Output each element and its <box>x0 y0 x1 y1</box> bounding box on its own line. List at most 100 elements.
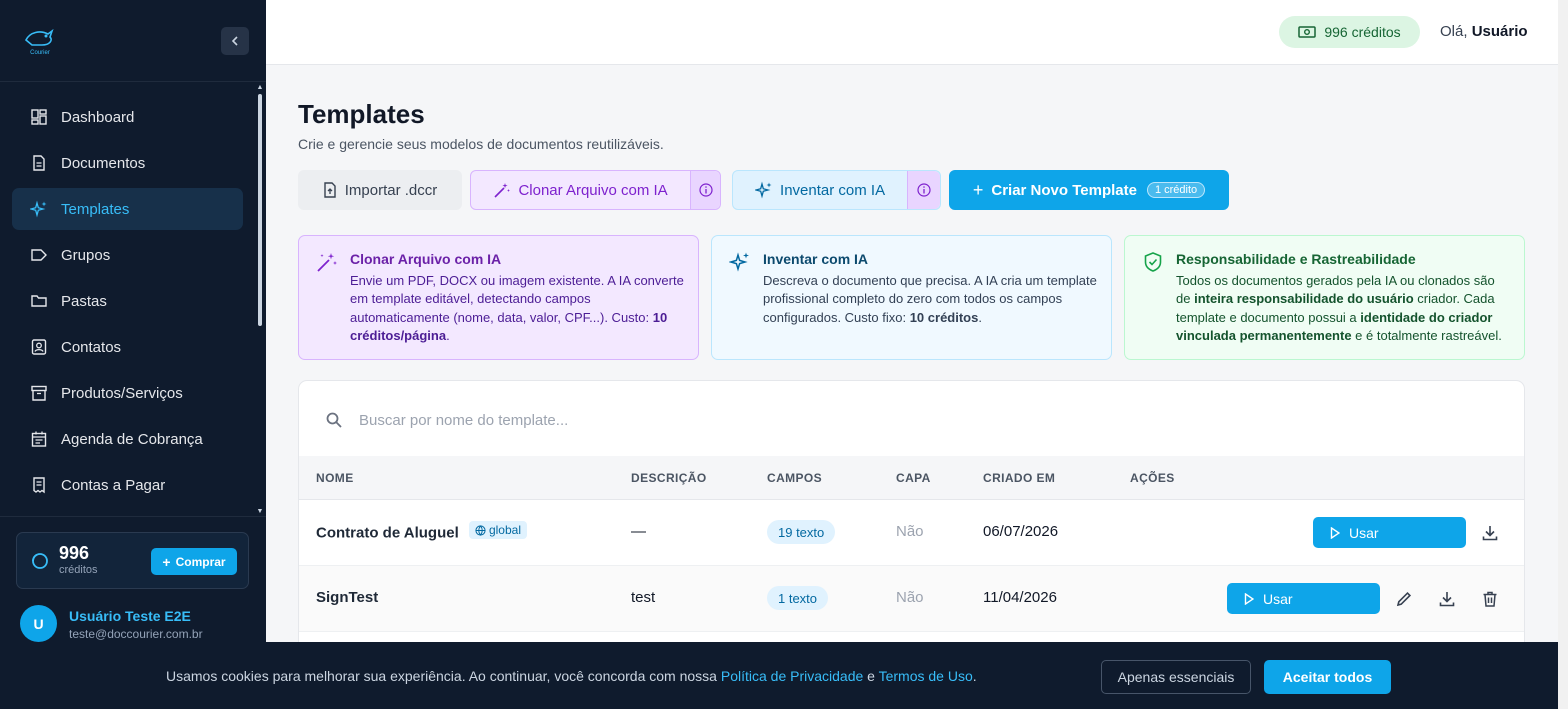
privacy-policy-link[interactable]: Política de Privacidade <box>721 668 863 684</box>
column-header-capa[interactable]: CAPA <box>896 471 931 485</box>
sidebar-item-produtos[interactable]: Produtos/Serviços <box>12 372 243 414</box>
card-title: Inventar com IA <box>763 251 869 267</box>
sidebar-item-label: Documentos <box>61 154 146 172</box>
sidebar-item-contatos[interactable]: Contatos <box>12 326 243 368</box>
user-name: Usuário Teste E2E <box>69 608 191 624</box>
sidebar-item-agenda[interactable]: Agenda de Cobrança <box>12 418 243 460</box>
avatar: U <box>20 605 57 642</box>
card-text-body: Envie um PDF, DOCX ou imagem existente. … <box>350 272 684 325</box>
sidebar-item-pastas[interactable]: Pastas <box>12 280 243 322</box>
essential-cookies-button[interactable]: Apenas essenciais <box>1101 660 1251 694</box>
card-text: Envie um PDF, DOCX ou imagem existente. … <box>350 272 684 346</box>
edit-pencil-icon[interactable] <box>1394 589 1414 609</box>
receipt-icon <box>30 476 48 494</box>
sparkles-icon <box>30 200 48 218</box>
create-template-button[interactable]: + Criar Novo Template 1 crédito <box>949 170 1229 210</box>
card-text-part: e é totalmente rastreável. <box>1351 328 1502 343</box>
column-header-acoes: AÇÕES <box>1130 471 1175 485</box>
create-template-label: Criar Novo Template <box>991 181 1137 199</box>
buy-label: Comprar <box>175 554 226 569</box>
sidebar-item-label: Pastas <box>61 292 107 310</box>
file-upload-icon <box>324 182 336 198</box>
use-label: Usar <box>1263 590 1293 607</box>
page-scrollbar[interactable] <box>1558 0 1568 709</box>
clone-ai-button-group: Clonar Arquivo com IA <box>470 170 721 210</box>
card-text-end: . <box>446 328 450 343</box>
sidebar-item-documentos[interactable]: Documentos <box>12 142 243 184</box>
table-row[interactable]: Contrato de Aluguel global — 19 texto Nã… <box>299 500 1524 566</box>
sidebar-item-label: Produtos/Serviços <box>61 384 183 402</box>
scroll-down-arrow[interactable]: ▼ <box>256 508 264 516</box>
svg-text:Courier: Courier <box>30 50 50 56</box>
import-dccr-button[interactable]: Importar .dccr <box>298 170 462 210</box>
scroll-thumb[interactable] <box>258 94 262 326</box>
column-header-criado[interactable]: CRIADO EM <box>983 471 1055 485</box>
clone-info-button[interactable] <box>690 171 720 209</box>
template-name: SignTest <box>316 589 379 606</box>
buy-credits-button[interactable]: + Comprar <box>151 548 237 575</box>
card-title: Responsabilidade e Rastreabilidade <box>1176 251 1416 267</box>
column-header-nome[interactable]: NOME <box>316 471 354 485</box>
template-description: test <box>631 589 656 606</box>
app-logo[interactable]: Courier <box>22 26 58 56</box>
cookie-and: e <box>863 668 879 684</box>
greeting: Olá, Usuário <box>1440 23 1528 40</box>
divider <box>0 81 266 82</box>
use-template-button[interactable]: Usar <box>1313 517 1466 548</box>
info-icon <box>698 183 713 197</box>
play-icon <box>1244 592 1254 605</box>
topbar: 996 créditos Olá, Usuário <box>266 0 1558 65</box>
credits-pill[interactable]: 996 créditos <box>1279 16 1420 48</box>
column-header-campos[interactable]: CAMPOS <box>767 471 822 485</box>
template-created: 11/04/2026 <box>983 589 1057 606</box>
user-email: teste@doccourier.com.br <box>69 627 203 641</box>
accept-all-cookies-button[interactable]: Aceitar todos <box>1264 660 1391 694</box>
card-text-strong: 10 créditos <box>909 309 979 325</box>
sidebar-item-contas-pagar[interactable]: Contas a Pagar <box>12 464 243 506</box>
sidebar-item-templates[interactable]: Templates <box>12 188 243 230</box>
responsibility-info-card: Responsabilidade e Rastreabilidade Todos… <box>1124 235 1525 360</box>
invent-ai-button-group: Inventar com IA <box>732 170 941 210</box>
download-icon[interactable] <box>1437 589 1457 609</box>
clone-info-card: Clonar Arquivo com IA Envie um PDF, DOCX… <box>298 235 699 360</box>
table-row[interactable]: SignTest test 1 texto Não 11/04/2026 Usa… <box>299 566 1524 632</box>
sidebar-item-dashboard[interactable]: Dashboard <box>12 96 243 138</box>
trash-icon[interactable] <box>1480 589 1500 609</box>
template-cover: Não <box>896 523 924 540</box>
collapse-sidebar-button[interactable] <box>221 27 249 55</box>
credits-value: 996 <box>59 543 90 563</box>
card-text: Todos os documentos gerados pela IA ou c… <box>1176 272 1510 346</box>
plus-icon: + <box>972 179 984 200</box>
use-template-button[interactable]: Usar <box>1227 583 1380 614</box>
credits-label: créditos <box>59 564 98 576</box>
invent-info-button[interactable] <box>907 171 940 209</box>
template-name-text: Contrato de Aluguel <box>316 524 459 542</box>
global-badge-label: global <box>488 523 521 537</box>
search-icon <box>326 412 342 428</box>
template-created: 06/07/2026 <box>983 523 1059 540</box>
use-label: Usar <box>1349 524 1379 541</box>
card-text-strong: inteira responsabilidade do usuário <box>1194 291 1414 306</box>
invent-ai-button[interactable]: Inventar com IA <box>733 171 907 209</box>
column-header-descricao[interactable]: DESCRIÇÃO <box>631 471 707 485</box>
terms-link[interactable]: Termos de Uso <box>879 668 973 684</box>
contact-icon <box>30 338 48 356</box>
templates-table-card: NOME DESCRIÇÃO CAMPOS CAPA CRIADO EM AÇÕ… <box>298 380 1525 660</box>
download-icon[interactable] <box>1480 523 1500 543</box>
clone-ai-button[interactable]: Clonar Arquivo com IA <box>471 171 690 209</box>
calendar-icon <box>30 430 48 448</box>
scroll-up-arrow[interactable]: ▲ <box>256 84 264 92</box>
divider <box>0 516 266 517</box>
import-label: Importar .dccr <box>344 181 438 199</box>
cookie-text: Usamos cookies para melhorar sua experiê… <box>166 668 977 684</box>
sidebar-item-label: Dashboard <box>61 108 135 126</box>
search-input[interactable] <box>359 405 1059 435</box>
sidebar-scrollbar[interactable]: ▲ ▼ <box>256 84 264 516</box>
fields-tag: 1 texto <box>767 586 829 610</box>
template-cover: Não <box>896 589 924 606</box>
sparkles-icon <box>729 252 749 272</box>
document-icon <box>30 154 48 172</box>
sidebar-item-grupos[interactable]: Grupos <box>12 234 243 276</box>
shield-check-icon <box>1144 252 1162 272</box>
archive-icon <box>30 384 48 402</box>
